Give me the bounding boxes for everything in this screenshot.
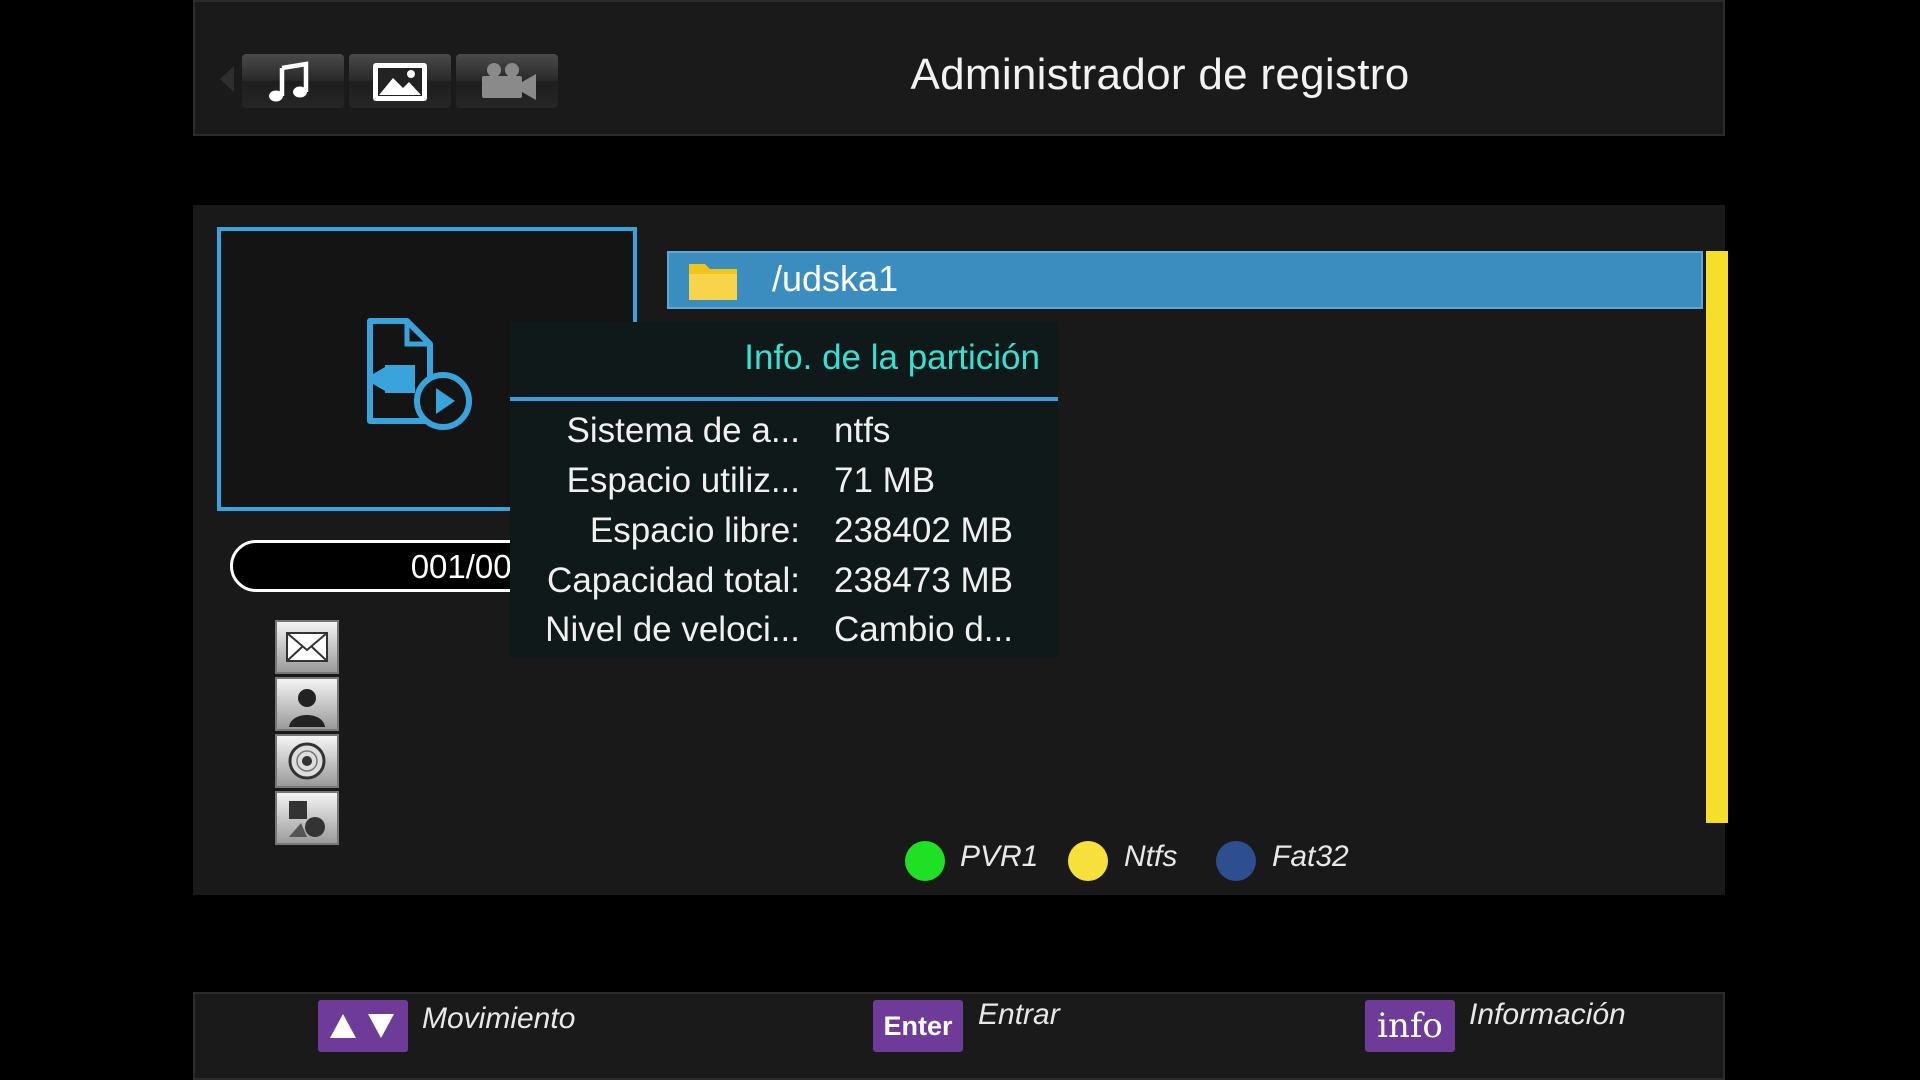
scrollbar[interactable] (1706, 251, 1728, 823)
enter-key[interactable]: Enter (873, 1000, 963, 1052)
legend-dot-ntfs (1068, 841, 1108, 881)
info-value-filesystem: ntfs (834, 411, 891, 450)
tab-photo[interactable] (349, 54, 451, 108)
page-title: Administrador de registro (910, 50, 1410, 99)
move-key[interactable] (318, 1000, 408, 1052)
legend-dot-fat32 (1216, 841, 1256, 881)
tab-scroll-left-icon[interactable] (220, 66, 234, 92)
disc-icon[interactable] (275, 734, 339, 788)
info-label-speed-level: Nivel de veloci... (545, 610, 800, 649)
file-name: /udska1 (772, 258, 899, 299)
popup-title: Info. de la partición (744, 338, 1040, 377)
legend-label-fat32: Fat32 (1272, 840, 1349, 873)
legend-dot-pvr1 (905, 841, 945, 881)
info-label-filesystem: Sistema de a... (566, 411, 800, 450)
image-icon (373, 63, 427, 101)
info-label-used-space: Espacio utiliz... (566, 461, 800, 500)
info-value-used-space: 71 MB (834, 461, 936, 500)
tab-video[interactable] (456, 54, 558, 108)
file-counter: 001/001 (410, 548, 530, 585)
move-hint: Movimiento (422, 1002, 576, 1035)
video-camera-icon (482, 63, 536, 100)
info-value-free-space: 238402 MB (834, 511, 1014, 550)
info-value-total-capacity: 238473 MB (834, 561, 1014, 600)
info-value-speed-level: Cambio d... (834, 610, 1013, 649)
legend-label-ntfs: Ntfs (1124, 840, 1178, 873)
legend-label-pvr1: PVR1 (960, 840, 1039, 873)
mail-icon[interactable] (275, 620, 339, 674)
info-label-free-space: Espacio libre: (589, 511, 800, 550)
enter-hint: Entrar (978, 998, 1060, 1031)
popup-divider (510, 397, 1058, 401)
tab-music[interactable] (242, 54, 344, 108)
up-down-arrows-icon (330, 1014, 394, 1038)
music-note-icon (269, 61, 309, 102)
info-label-total-capacity: Capacidad total: (547, 561, 800, 600)
folder-icon (689, 264, 737, 300)
info-key[interactable]: info (1365, 1000, 1455, 1052)
info-hint: Información (1469, 998, 1626, 1031)
person-icon[interactable] (275, 677, 339, 731)
shapes-icon[interactable] (275, 791, 339, 845)
